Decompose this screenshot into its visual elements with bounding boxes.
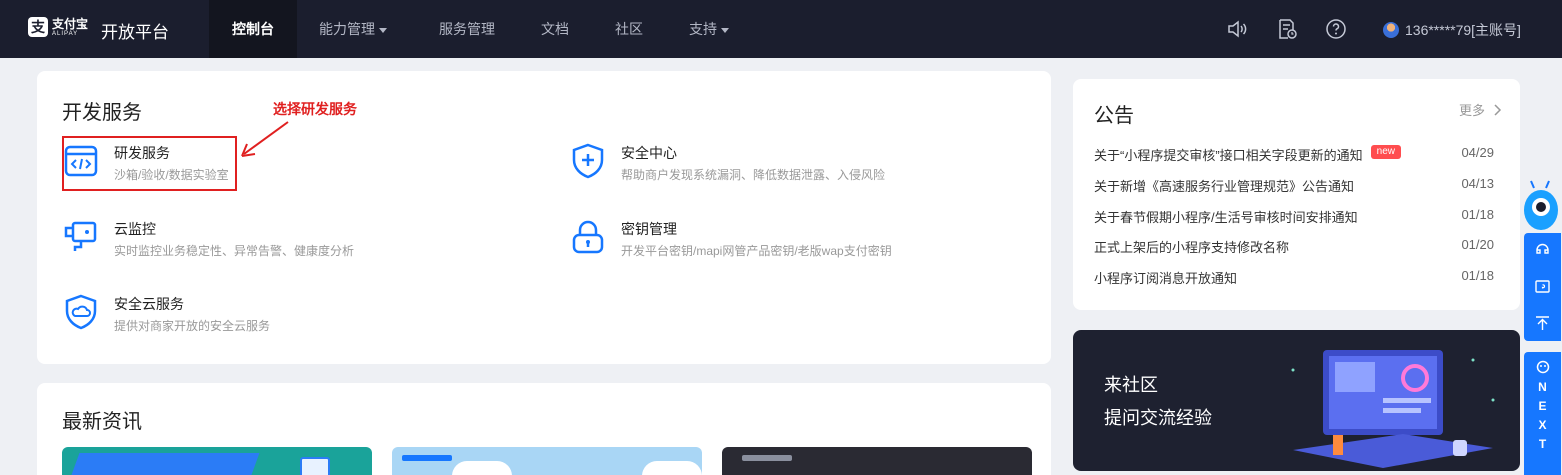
notice-text: 小程序订阅消息开放通知 (1094, 271, 1238, 286)
more-link[interactable]: 更多 (1459, 100, 1502, 119)
news-thumbnail[interactable] (392, 447, 702, 475)
next-letter: N (1538, 380, 1547, 394)
notice-title: 公告 (1094, 105, 1134, 127)
banner-line-1: 来社区 (1104, 375, 1158, 395)
document-clock-icon[interactable] (1276, 18, 1298, 40)
account-menu[interactable]: 136*****79[主账号] (1383, 20, 1521, 40)
service-monitor-name: 云监控 (114, 221, 156, 237)
nav-capability[interactable]: 能力管理 (319, 0, 387, 58)
community-illustration (1291, 350, 1495, 468)
notice-date: 04/29 (1461, 145, 1494, 160)
service-security-center[interactable]: 安全中心 帮助商户发现系统漏洞、降低数据泄露、入侵风险 (570, 143, 970, 183)
code-window-icon (64, 145, 98, 177)
logo-cn-text: 支付宝 (52, 16, 89, 31)
nav-support[interactable]: 支持 (689, 0, 729, 58)
nav-support-label: 支持 (689, 21, 717, 37)
service-rd[interactable]: 研发服务 沙箱/验收/数据实验室 (63, 143, 313, 183)
shield-plus-icon (572, 143, 604, 179)
notice-item[interactable]: 关于“小程序提交审核”接口相关字段更新的通知 new 04/29 (1094, 145, 1494, 164)
shield-cloud-icon (65, 294, 97, 330)
service-rd-desc: 沙箱/验收/数据实验室 (114, 168, 229, 182)
mascot-icon[interactable] (1520, 180, 1562, 232)
notice-date: 04/13 (1461, 176, 1494, 191)
more-label: 更多 (1459, 103, 1486, 118)
nav-service-management[interactable]: 服务管理 (439, 0, 495, 58)
next-letter: T (1538, 437, 1547, 451)
next-label: N E X T (1524, 378, 1561, 454)
banner-line-2: 提问交流经验 (1104, 408, 1212, 428)
service-monitor-desc: 实时监控业务稳定性、异常告警、健康度分析 (114, 244, 355, 258)
notice-text: 关于新增《高速服务行业管理规范》公告通知 (1094, 179, 1355, 194)
notice-date: 01/18 (1461, 268, 1494, 283)
annotation-text: 选择研发服务 (273, 101, 357, 117)
service-rd-name: 研发服务 (114, 145, 170, 161)
service-cloud-monitor[interactable]: 云监控 实时监控业务稳定性、异常告警、健康度分析 (63, 219, 463, 259)
next-letter: E (1538, 399, 1547, 413)
notice-text: 正式上架后的小程序支持修改名称 (1094, 240, 1290, 255)
service-key-name: 密钥管理 (621, 221, 677, 237)
customer-service-icon[interactable] (1534, 241, 1551, 258)
notice-date: 01/20 (1461, 237, 1494, 252)
nav-community[interactable]: 社区 (615, 0, 643, 58)
notice-item[interactable]: 正式上架后的小程序支持修改名称 01/20 (1094, 237, 1494, 256)
nav-docs-label: 文档 (541, 21, 569, 37)
notice-item[interactable]: 关于春节假期小程序/生活号审核时间安排通知 01/18 (1094, 207, 1494, 226)
community-banner[interactable]: 来社区 提问交流经验 (1073, 330, 1520, 471)
news-thumbnail[interactable] (62, 447, 372, 475)
new-badge: new (1370, 145, 1402, 159)
account-name: 136*****79[主账号] (1405, 22, 1521, 38)
next-letter: X (1538, 418, 1547, 432)
notice-date: 01/18 (1461, 207, 1494, 222)
service-key-desc: 开发平台密钥/mapi网管产品密钥/老版wap支付密钥 (621, 244, 892, 258)
service-cloud-name: 安全云服务 (114, 296, 184, 312)
nav-docs[interactable]: 文档 (541, 0, 569, 58)
nav-console[interactable]: 控制台 (209, 0, 297, 58)
alipay-logo[interactable]: 支 支付宝 ALIPAY (28, 17, 88, 37)
next-banner[interactable]: N E X T (1524, 352, 1561, 475)
logo-en-text: ALIPAY (52, 30, 79, 37)
top-nav-bar: 支 支付宝 ALIPAY 开放平台 控制台 能力管理 服务管理 文档 社区 支持… (0, 0, 1562, 58)
news-title: 最新资讯 (62, 411, 142, 433)
service-cloud-desc: 提供对商家开放的安全云服务 (114, 319, 271, 333)
dev-services-title: 开发服务 (62, 102, 142, 124)
platform-title[interactable]: 开放平台 (101, 18, 169, 43)
service-security-name: 安全中心 (621, 145, 677, 161)
service-security-desc: 帮助商户发现系统漏洞、降低数据泄露、入侵风险 (621, 168, 886, 182)
help-icon[interactable] (1325, 18, 1347, 40)
service-secure-cloud[interactable]: 安全云服务 提供对商家开放的安全云服务 (63, 294, 363, 334)
news-thumbnail[interactable] (722, 447, 1032, 475)
service-key-management[interactable]: 密钥管理 开发平台密钥/mapi网管产品密钥/老版wap支付密钥 (570, 219, 970, 259)
feedback-icon[interactable] (1534, 279, 1551, 296)
nav-console-label: 控制台 (232, 21, 274, 37)
camera-monitor-icon (64, 221, 97, 251)
alipay-logo-icon: 支 (28, 17, 48, 37)
lock-icon (572, 220, 604, 254)
nav-capability-label: 能力管理 (319, 21, 375, 37)
chevron-down-icon (379, 27, 387, 33)
notice-item[interactable]: 关于新增《高速服务行业管理规范》公告通知 04/13 (1094, 176, 1494, 195)
nav-community-label: 社区 (615, 21, 643, 37)
chevron-right-icon (1494, 104, 1501, 116)
avatar (1383, 22, 1399, 38)
nav-service-label: 服务管理 (439, 21, 495, 37)
notice-text: 关于“小程序提交审核”接口相关字段更新的通知 (1094, 148, 1363, 163)
speaker-icon[interactable] (1226, 18, 1248, 40)
side-tool-bar (1524, 233, 1561, 341)
chevron-down-icon (721, 27, 729, 33)
notice-text: 关于春节假期小程序/生活号审核时间安排通知 (1094, 210, 1358, 225)
back-to-top-icon[interactable] (1534, 315, 1551, 332)
notice-item[interactable]: 小程序订阅消息开放通知 01/18 (1094, 268, 1494, 287)
next-logo-icon (1536, 360, 1549, 374)
